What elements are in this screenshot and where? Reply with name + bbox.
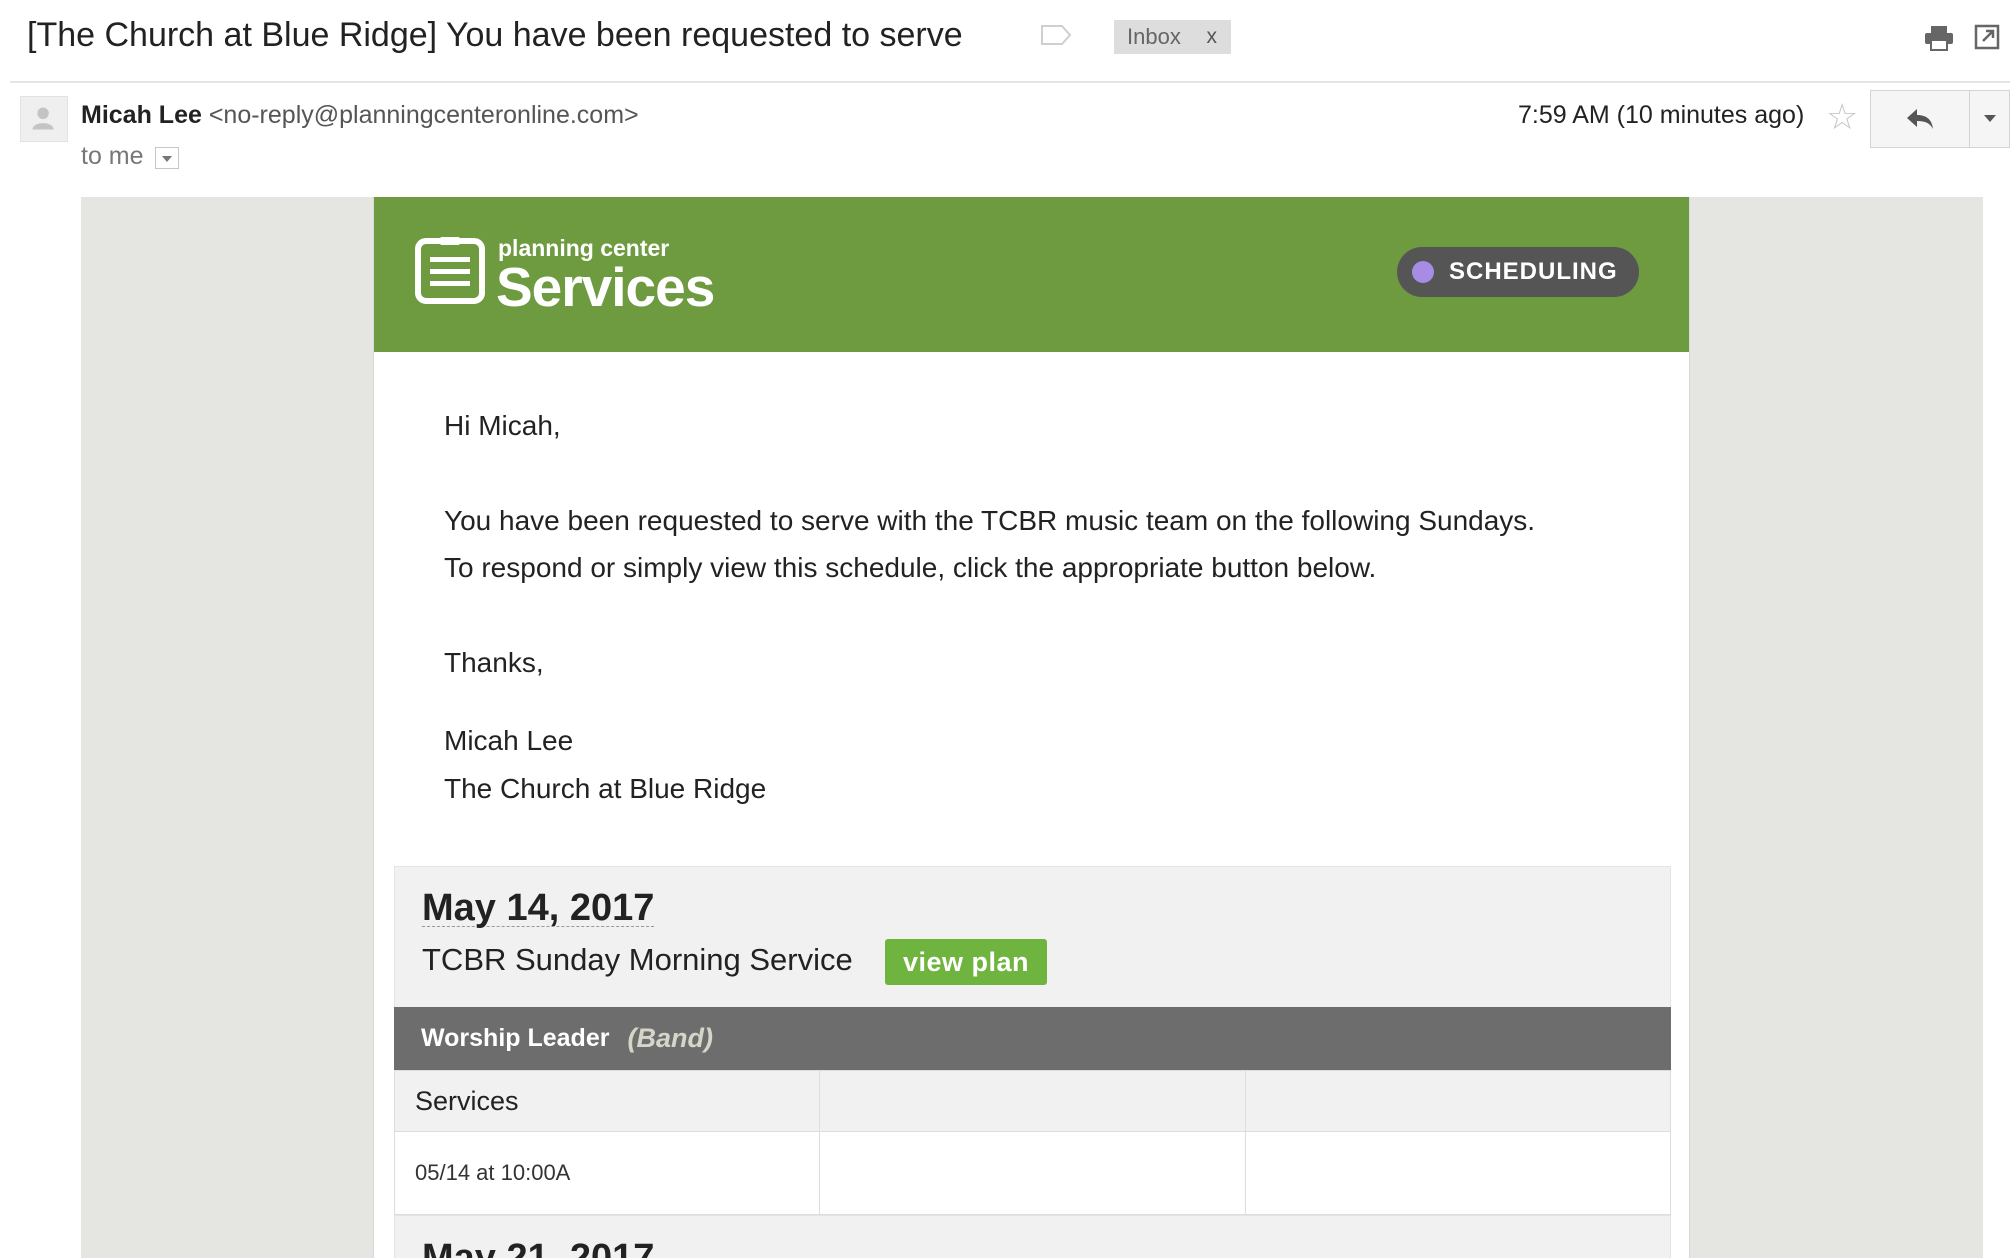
reply-button[interactable]	[1870, 90, 1970, 148]
signature-org: The Church at Blue Ridge	[444, 773, 767, 804]
inbox-label-chip[interactable]: Inbox x	[1114, 20, 1231, 54]
message-line-1: You have been requested to serve with th…	[444, 505, 1536, 536]
print-icon[interactable]	[1924, 24, 1954, 52]
sender-avatar[interactable]	[20, 96, 68, 142]
new-window-icon[interactable]	[1974, 24, 2000, 50]
scheduling-badge: SCHEDULING	[1397, 247, 1639, 297]
services-logo-icon	[415, 237, 485, 304]
message-header: [The Church at Blue Ridge] You have been…	[0, 0, 2010, 82]
email-subject: [The Church at Blue Ridge] You have been…	[27, 16, 963, 54]
closing: Thanks,	[444, 647, 544, 678]
table-header-services: Services	[393, 1070, 821, 1132]
service-time: 05/14 at 10:00A	[393, 1131, 821, 1215]
sender-email: <no-reply@planningcenteronline.com>	[208, 101, 639, 129]
star-icon[interactable]: ☆	[1826, 99, 1858, 135]
role-title: Worship Leader	[421, 1024, 610, 1052]
reply-arrow-icon	[1907, 109, 1933, 129]
view-plan-button[interactable]: view plan	[885, 939, 1047, 985]
scheduling-badge-text: SCHEDULING	[1449, 258, 1618, 285]
plan-date: May 21, 2017	[422, 1237, 655, 1258]
message-timestamp: 7:59 AM (10 minutes ago)	[1518, 101, 1805, 129]
table-header-row: Services	[393, 1070, 1672, 1132]
plan-card: May 21, 2017	[394, 1215, 1671, 1258]
recipient-label: to me	[81, 142, 144, 170]
email-card: planning center Services SCHEDULING Hi M…	[373, 197, 1690, 1258]
sender-name[interactable]: Micah Lee	[81, 101, 202, 129]
signature-name: Micah Lee	[444, 725, 574, 756]
plan-date: May 14, 2017	[422, 887, 655, 929]
table-header-empty	[1244, 1070, 1672, 1132]
brand-product-name: Services	[496, 256, 715, 318]
header-divider	[10, 81, 2010, 83]
sender-line: Micah Lee <no-reply@planningcenteronline…	[81, 101, 639, 130]
badge-dot-icon	[1412, 261, 1434, 283]
remove-label-button[interactable]: x	[1207, 25, 1218, 49]
show-details-dropdown[interactable]	[155, 147, 179, 169]
table-header-empty	[819, 1070, 1246, 1132]
table-cell-empty	[1244, 1131, 1672, 1215]
greeting: Hi Micah,	[444, 410, 561, 441]
role-header: Worship Leader (Band)	[394, 1007, 1671, 1070]
services-table: Services 05/14 at 10:00A	[393, 1070, 1672, 1215]
email-body: planning center Services SCHEDULING Hi M…	[81, 197, 1983, 1258]
more-actions-dropdown[interactable]	[1969, 90, 2010, 148]
person-icon	[32, 107, 54, 130]
brand-header: planning center Services SCHEDULING	[374, 197, 1689, 352]
table-cell-empty	[819, 1131, 1246, 1215]
message-line-2: To respond or simply view this schedule,…	[444, 552, 1377, 583]
plan-service-name: TCBR Sunday Morning Service	[422, 942, 853, 977]
inbox-label-text: Inbox	[1127, 24, 1181, 49]
table-row: 05/14 at 10:00A	[393, 1131, 1672, 1215]
label-outline-icon[interactable]	[1040, 24, 1072, 46]
plan-card: May 14, 2017 TCBR Sunday Morning Service…	[394, 866, 1671, 1016]
role-team: (Band)	[627, 1023, 713, 1053]
